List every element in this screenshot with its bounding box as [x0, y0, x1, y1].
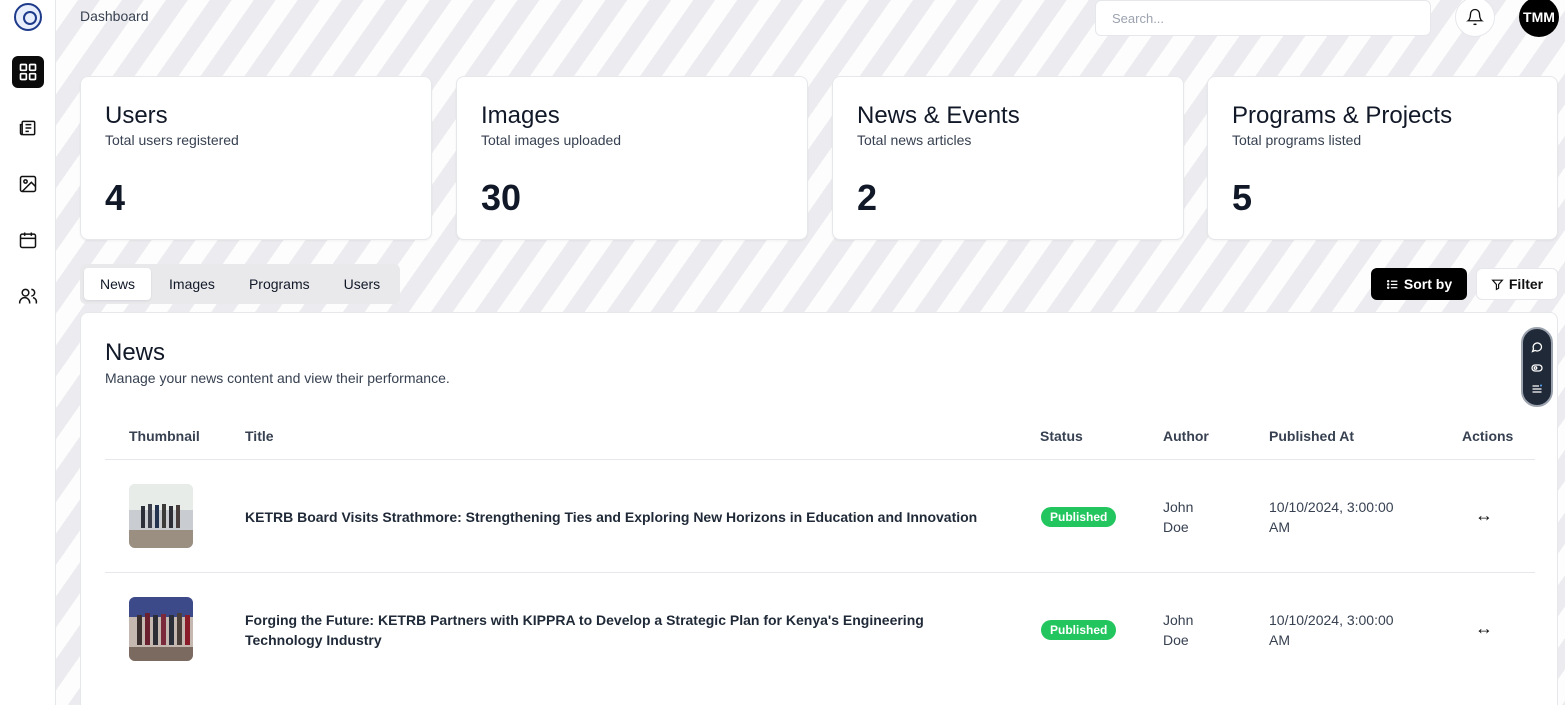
author-last-name: Doe	[1163, 632, 1189, 648]
published-meridiem: AM	[1269, 519, 1290, 535]
sort-button[interactable]: Sort by	[1371, 268, 1467, 300]
stat-card-value: 2	[857, 177, 878, 218]
chat-bubble-icon[interactable]	[1531, 340, 1543, 353]
sidebar-item-news[interactable]	[12, 112, 44, 144]
sidebar-item-events[interactable]	[12, 224, 44, 256]
stat-card-subtitle: Total programs listed	[1232, 132, 1362, 148]
filter-button[interactable]: Filter	[1476, 268, 1558, 300]
content-tabs: News Images Programs Users	[80, 264, 400, 304]
column-header-author: Author	[1163, 428, 1209, 444]
stat-card-subtitle: Total news articles	[857, 132, 972, 148]
column-header-published-at: Published At	[1269, 428, 1355, 444]
filter-icon	[1491, 279, 1504, 290]
author-cell: John Doe	[1163, 497, 1193, 537]
stat-card-title: Users	[105, 102, 168, 129]
published-date: 10/10/2024, 3:00:00	[1269, 612, 1394, 628]
dashboard-grid-icon	[19, 63, 37, 81]
tab-programs[interactable]: Programs	[233, 268, 326, 300]
image-icon	[19, 175, 37, 193]
stat-card-images: Images Total images uploaded 30	[456, 76, 808, 240]
stat-card-title: News & Events	[857, 102, 1020, 129]
bell-icon	[1466, 8, 1484, 26]
stat-card-value: 4	[105, 177, 126, 218]
author-first-name: John	[1163, 499, 1194, 515]
filter-button-label: Filter	[1508, 276, 1544, 292]
search-input[interactable]	[1095, 0, 1431, 36]
column-header-status: Status	[1040, 428, 1083, 444]
stat-card-title: Images	[481, 102, 560, 129]
published-at-cell: 10/10/2024, 3:00:00 AM	[1269, 610, 1394, 650]
sidebar	[0, 0, 56, 705]
organization-logo[interactable]	[14, 3, 42, 31]
sort-button-label: Sort by	[1403, 276, 1453, 292]
column-header-thumbnail: Thumbnail	[129, 428, 200, 444]
news-title-link[interactable]: Forging the Future: KETRB Partners with …	[245, 610, 985, 650]
stat-card-programs-projects: Programs & Projects Total programs liste…	[1207, 76, 1558, 240]
published-date: 10/10/2024, 3:00:00	[1269, 499, 1394, 515]
stat-card-subtitle: Total users registered	[105, 132, 239, 148]
row-action-expand-icon[interactable]: ↔	[1473, 505, 1495, 526]
list-icon[interactable]	[1531, 382, 1543, 394]
stat-card-value: 5	[1232, 177, 1253, 218]
author-cell: John Doe	[1163, 610, 1193, 650]
news-title-link[interactable]: KETRB Board Visits Strathmore: Strengthe…	[245, 507, 985, 527]
stat-card-subtitle: Total images uploaded	[481, 132, 622, 148]
column-header-actions: Actions	[1462, 428, 1514, 444]
stat-card-news-events: News & Events Total news articles 2	[832, 76, 1184, 240]
row-action-expand-icon[interactable]: ↔	[1473, 618, 1495, 639]
users-icon	[18, 288, 38, 304]
status-badge: Published	[1041, 507, 1117, 527]
calendar-icon	[19, 232, 37, 249]
column-header-title: Title	[245, 428, 274, 444]
news-panel: News Manage your news content and view t…	[80, 312, 1558, 705]
table-divider	[105, 572, 1535, 573]
published-meridiem: AM	[1269, 632, 1290, 648]
author-last-name: Doe	[1163, 519, 1189, 535]
published-at-cell: 10/10/2024, 3:00:00 AM	[1269, 497, 1394, 537]
eye-icon[interactable]	[1531, 361, 1543, 373]
newspaper-icon	[19, 120, 36, 136]
stat-card-users: Users Total users registered 4	[80, 76, 432, 240]
floating-toolbar	[1521, 327, 1553, 407]
status-badge: Published	[1041, 620, 1117, 640]
panel-subtitle: Manage your news content and view their …	[105, 370, 450, 386]
stat-card-title: Programs & Projects	[1232, 102, 1453, 129]
tab-images[interactable]: Images	[153, 268, 231, 300]
sidebar-item-images[interactable]	[12, 168, 44, 200]
sidebar-item-users[interactable]	[12, 280, 44, 312]
table-divider	[105, 459, 1535, 460]
stat-card-value: 30	[481, 177, 522, 218]
sidebar-item-dashboard[interactable]	[12, 56, 44, 88]
author-first-name: John	[1163, 612, 1194, 628]
panel-title: News	[105, 339, 166, 366]
news-thumbnail[interactable]	[129, 484, 193, 548]
tab-users[interactable]: Users	[328, 268, 397, 300]
list-sort-icon	[1386, 279, 1398, 289]
news-thumbnail[interactable]	[129, 597, 193, 661]
tab-news[interactable]: News	[84, 268, 152, 300]
breadcrumb-dashboard: Dashboard	[80, 8, 149, 24]
